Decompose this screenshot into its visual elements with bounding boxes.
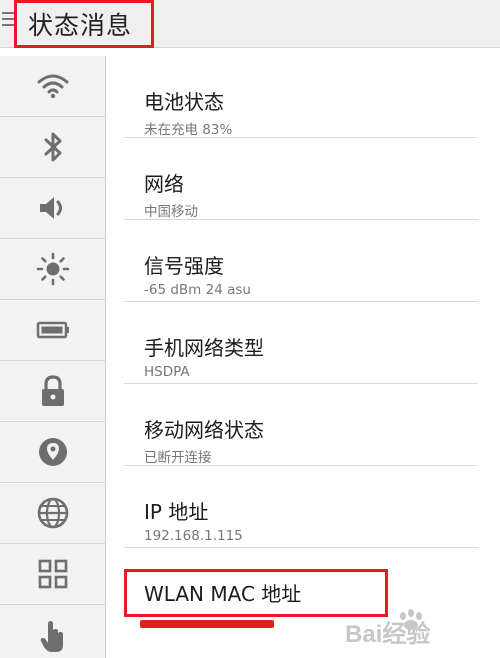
bluetooth-icon [44,132,61,162]
redaction-bar [140,620,274,628]
sidebar-item-language[interactable] [0,483,105,544]
status-item-value: 中国移动 [144,204,198,220]
globe-icon [37,497,68,529]
sidebar-item-battery[interactable] [0,300,105,361]
baidu-watermark: Bai经验 [345,606,495,650]
sidebar-item-security[interactable] [0,361,105,422]
sidebar-item-gestures[interactable] [0,605,105,658]
sidebar-item-apps[interactable] [0,544,105,605]
status-item-title: 移动网络状态 [144,418,264,442]
wifi-icon [37,74,68,99]
status-item-ip-address[interactable]: IP 地址 192.168.1.115 [124,466,478,548]
status-item-value: HSDPA [144,364,190,380]
sidebar-item-display[interactable] [0,239,105,300]
status-item-title: 手机网络类型 [144,336,264,360]
status-item-value: -65 dBm 24 asu [144,282,251,298]
status-item-network[interactable]: 网络 中国移动 [124,138,478,220]
sidebar-item-sound[interactable] [0,178,105,239]
menu-icon[interactable] [2,12,14,28]
battery-icon [36,321,69,339]
lock-icon [41,375,64,406]
sidebar-item-location[interactable] [0,422,105,483]
status-item-mobile-state[interactable]: 移动网络状态 已断开连接 [124,384,478,466]
watermark-text: Bai经验 [345,620,430,648]
brightness-icon [36,252,69,286]
sidebar-item-bluetooth[interactable] [0,117,105,178]
touch-hand-icon [40,620,63,652]
settings-sidebar [0,56,106,658]
status-item-signal[interactable]: 信号强度 -65 dBm 24 asu [124,220,478,302]
status-item-title: 电池状态 [144,90,224,114]
status-item-title: 网络 [144,172,184,196]
sidebar-item-wifi[interactable] [0,56,105,117]
status-item-value: 已断开连接 [144,450,212,466]
status-item-network-type[interactable]: 手机网络类型 HSDPA [124,302,478,384]
title-highlight-box [14,0,154,48]
status-item-value: 未在充电 83% [144,122,233,138]
header-bar: 状态消息 [0,0,500,48]
status-item-value: 192.168.1.115 [144,528,243,544]
status-item-title: IP 地址 [144,500,209,524]
status-item-battery[interactable]: 电池状态 未在充电 83% [124,56,478,138]
volume-icon [39,197,62,219]
apps-grid-icon [38,559,67,589]
location-icon [38,438,67,466]
status-item-title: 信号强度 [144,254,224,278]
status-list: 电池状态 未在充电 83% 网络 中国移动 信号强度 -65 dBm 24 as… [106,56,500,658]
baidu-paw-icon: Bai经验 [345,609,430,648]
